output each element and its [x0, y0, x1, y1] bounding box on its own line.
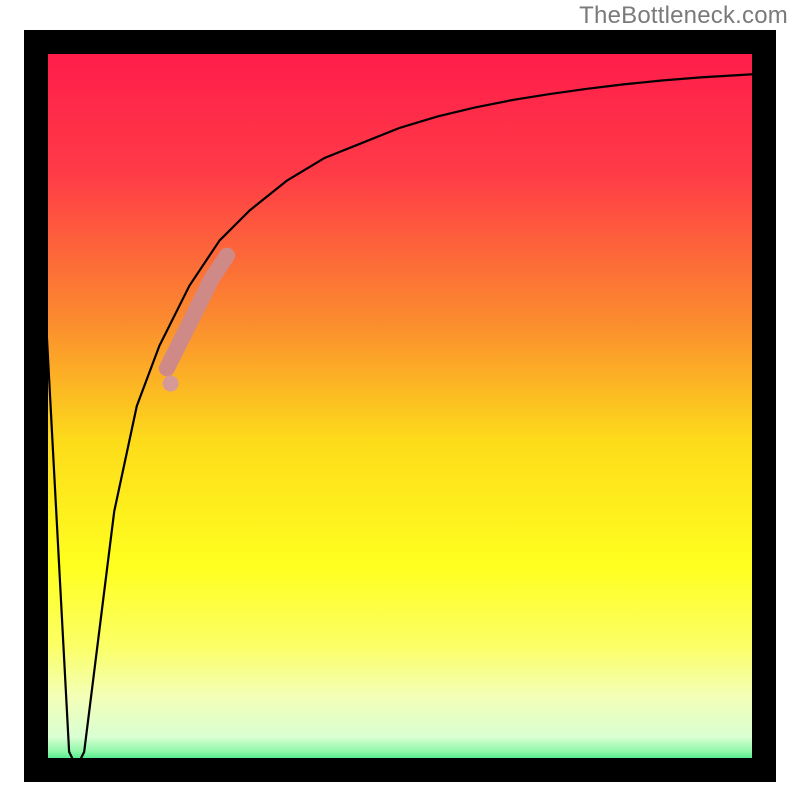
attribution-text: TheBottleneck.com — [579, 2, 788, 30]
bottleneck-chart — [0, 0, 800, 800]
highlight-break-dot — [163, 375, 179, 391]
chart-stage: TheBottleneck.com — [0, 0, 800, 800]
plot-background — [36, 42, 764, 770]
